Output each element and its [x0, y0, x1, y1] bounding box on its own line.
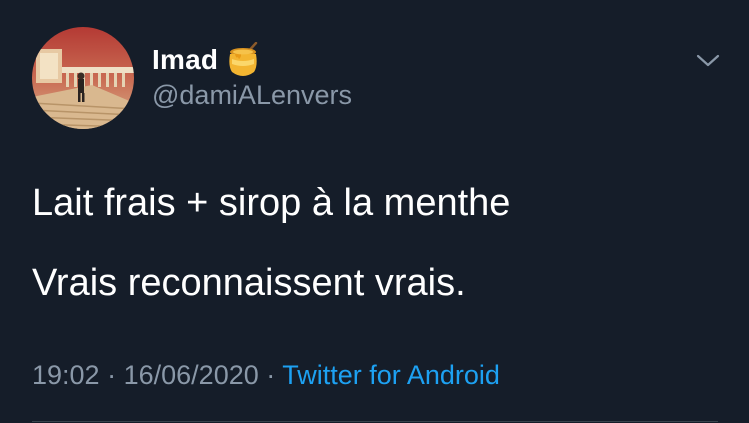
author-handle[interactable]: @damiALenvers — [152, 80, 352, 111]
avatar-image — [32, 27, 134, 129]
tweet-text-line-1: Lait frais + sirop à la menthe — [32, 182, 511, 224]
tweet-meta: 19:02 · 16/06/2020 · Twitter for Android — [32, 360, 500, 391]
meta-separator: · — [266, 360, 276, 390]
tweet-card: Imad @damiALenvers Lait frais + sirop à … — [0, 0, 749, 423]
meta-separator: · — [107, 360, 117, 390]
divider — [32, 421, 718, 422]
tweet-text-line-2: Vrais reconnaissent vrais. — [32, 262, 466, 304]
display-name[interactable]: Imad — [152, 44, 218, 76]
chevron-down-icon[interactable] — [694, 48, 722, 72]
tweet-date[interactable]: 16/06/2020 — [124, 360, 259, 390]
avatar[interactable] — [32, 27, 134, 129]
author-name-row: Imad — [152, 40, 260, 80]
tweet-source-link[interactable]: Twitter for Android — [282, 360, 500, 390]
honey-pot-icon — [226, 41, 260, 78]
tweet-time[interactable]: 19:02 — [32, 360, 100, 390]
